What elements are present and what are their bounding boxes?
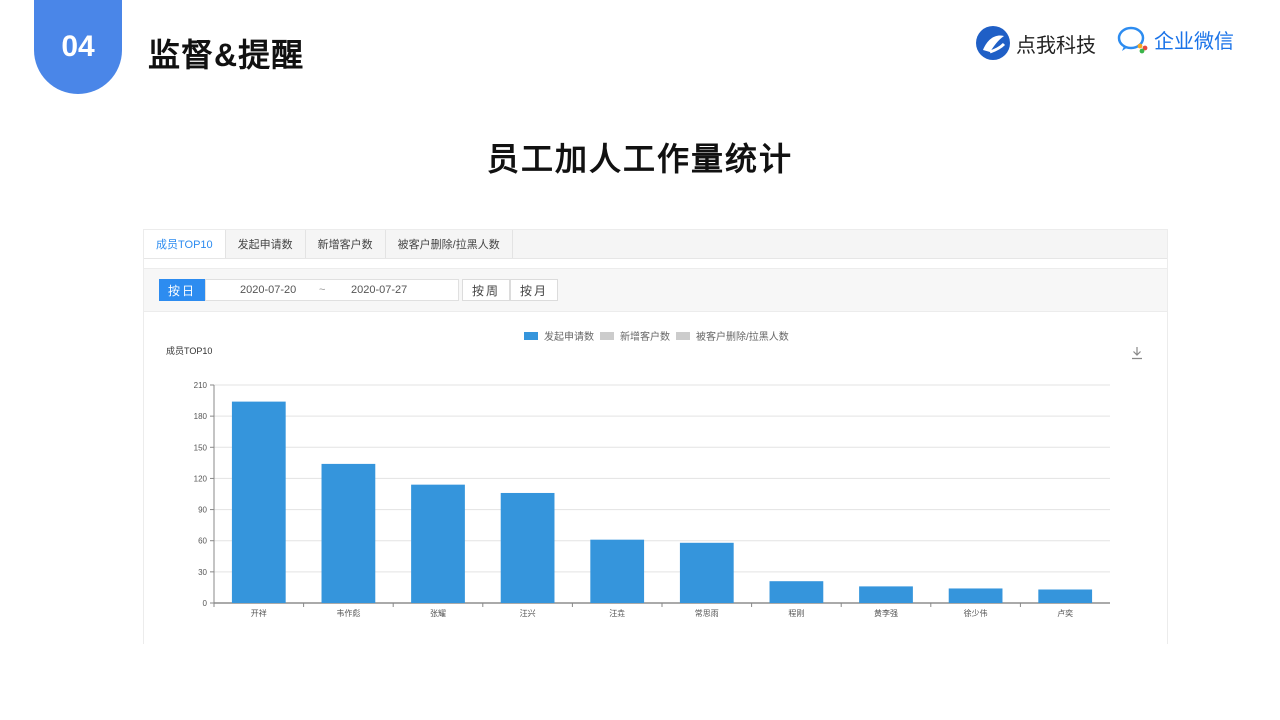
brand-dianwo: 点我科技 — [974, 24, 1096, 62]
x-tick-label: 卢奕 — [1057, 608, 1073, 618]
y-tick-label: 210 — [194, 381, 208, 390]
bar — [679, 542, 734, 603]
bar — [500, 492, 555, 603]
slide-title: 监督&提醒 — [148, 37, 305, 73]
page-heading: 员工加人工作量统计 — [486, 141, 793, 177]
section-number: 04 — [61, 30, 95, 63]
y-tick-label: 90 — [198, 506, 207, 515]
wework-logo-icon — [1117, 26, 1148, 54]
x-tick-label: 张耀 — [430, 609, 446, 618]
bar — [411, 484, 465, 603]
y-tick-label: 0 — [203, 599, 208, 608]
x-tick-label: 徐少伟 — [964, 608, 988, 618]
x-tick-label: 程刚 — [788, 609, 804, 618]
y-tick-label: 150 — [194, 443, 208, 452]
brand-wework: 企业微信 — [1116, 24, 1234, 54]
bar — [231, 401, 286, 603]
bar-chart: 0 30 60 90 120 150 180 210 开祥 韦作彪 张耀 汪兴 汪垚 常思雨 程刚 黄李强 徐少… — [194, 381, 1110, 618]
x-tick-label: 汪兴 — [520, 609, 536, 618]
y-tick-label: 60 — [198, 537, 207, 546]
bar — [590, 539, 645, 603]
x-tick-label: 开祥 — [251, 608, 267, 618]
brand-dianwo-label: 点我科技 — [1016, 34, 1096, 57]
x-tick-label: 汪垚 — [609, 609, 625, 618]
section-number-badge: 04 — [34, 0, 122, 94]
y-tick-label: 30 — [198, 568, 207, 577]
x-tick-label: 常思雨 — [695, 609, 719, 618]
bar — [859, 586, 913, 603]
y-tick-label: 120 — [194, 474, 208, 483]
x-tick-label: 韦作彪 — [336, 608, 360, 618]
brand-wework-label: 企业微信 — [1154, 30, 1234, 53]
dianwo-logo-icon — [976, 26, 1010, 60]
bar — [321, 463, 376, 603]
y-tick-label: 180 — [194, 412, 208, 421]
x-tick-label: 黄李强 — [874, 608, 898, 618]
bar — [948, 588, 1003, 603]
bar — [1038, 589, 1093, 603]
stats-panel: 成员TOP10 发起申请数 新增客户数 被客户删除/拉黑人数 按日 2020-0… — [143, 229, 1168, 644]
bar — [769, 581, 824, 603]
